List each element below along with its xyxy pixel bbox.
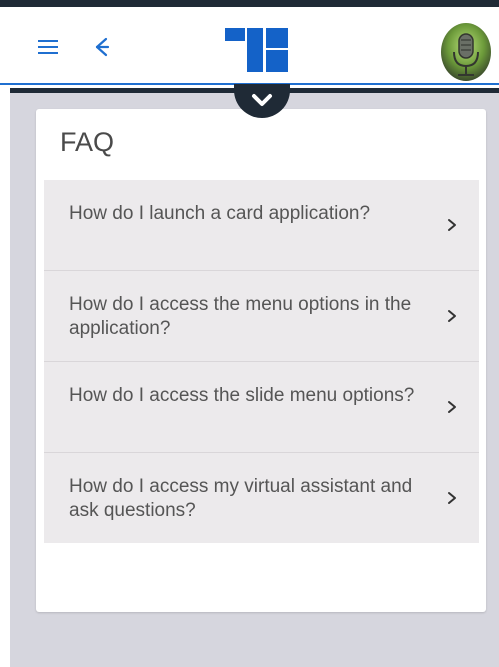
chevron-right-icon bbox=[448, 401, 456, 413]
faq-question: How do I launch a card application? bbox=[69, 203, 371, 224]
faq-question: How do I access the slide menu options? bbox=[69, 385, 415, 406]
collapse-tab[interactable] bbox=[234, 84, 290, 118]
faq-question: How do I access the menu options in the … bbox=[69, 294, 412, 339]
microphone-avatar-icon[interactable] bbox=[440, 22, 492, 82]
faq-item[interactable]: How do I access the slide menu options? bbox=[44, 362, 479, 453]
faq-title: FAQ bbox=[60, 127, 115, 157]
faq-item[interactable]: How do I access the menu options in the … bbox=[44, 271, 479, 362]
top-status-strip bbox=[0, 0, 499, 7]
hamburger-menu-icon[interactable] bbox=[38, 40, 58, 56]
brand-logo-icon bbox=[225, 28, 288, 72]
app-screen: FAQ How do I launch a card application? … bbox=[0, 0, 499, 667]
chevron-down-icon bbox=[252, 94, 272, 106]
faq-question: How do I access my virtual assistant and… bbox=[69, 476, 413, 521]
chevron-right-icon bbox=[448, 310, 456, 322]
chevron-right-icon bbox=[448, 219, 456, 231]
back-arrow-icon[interactable] bbox=[92, 36, 110, 58]
faq-item[interactable]: How do I launch a card application? bbox=[44, 180, 479, 271]
faq-list: How do I launch a card application? How … bbox=[44, 180, 479, 543]
chevron-right-icon bbox=[448, 492, 456, 504]
faq-item[interactable]: How do I access my virtual assistant and… bbox=[44, 453, 479, 543]
